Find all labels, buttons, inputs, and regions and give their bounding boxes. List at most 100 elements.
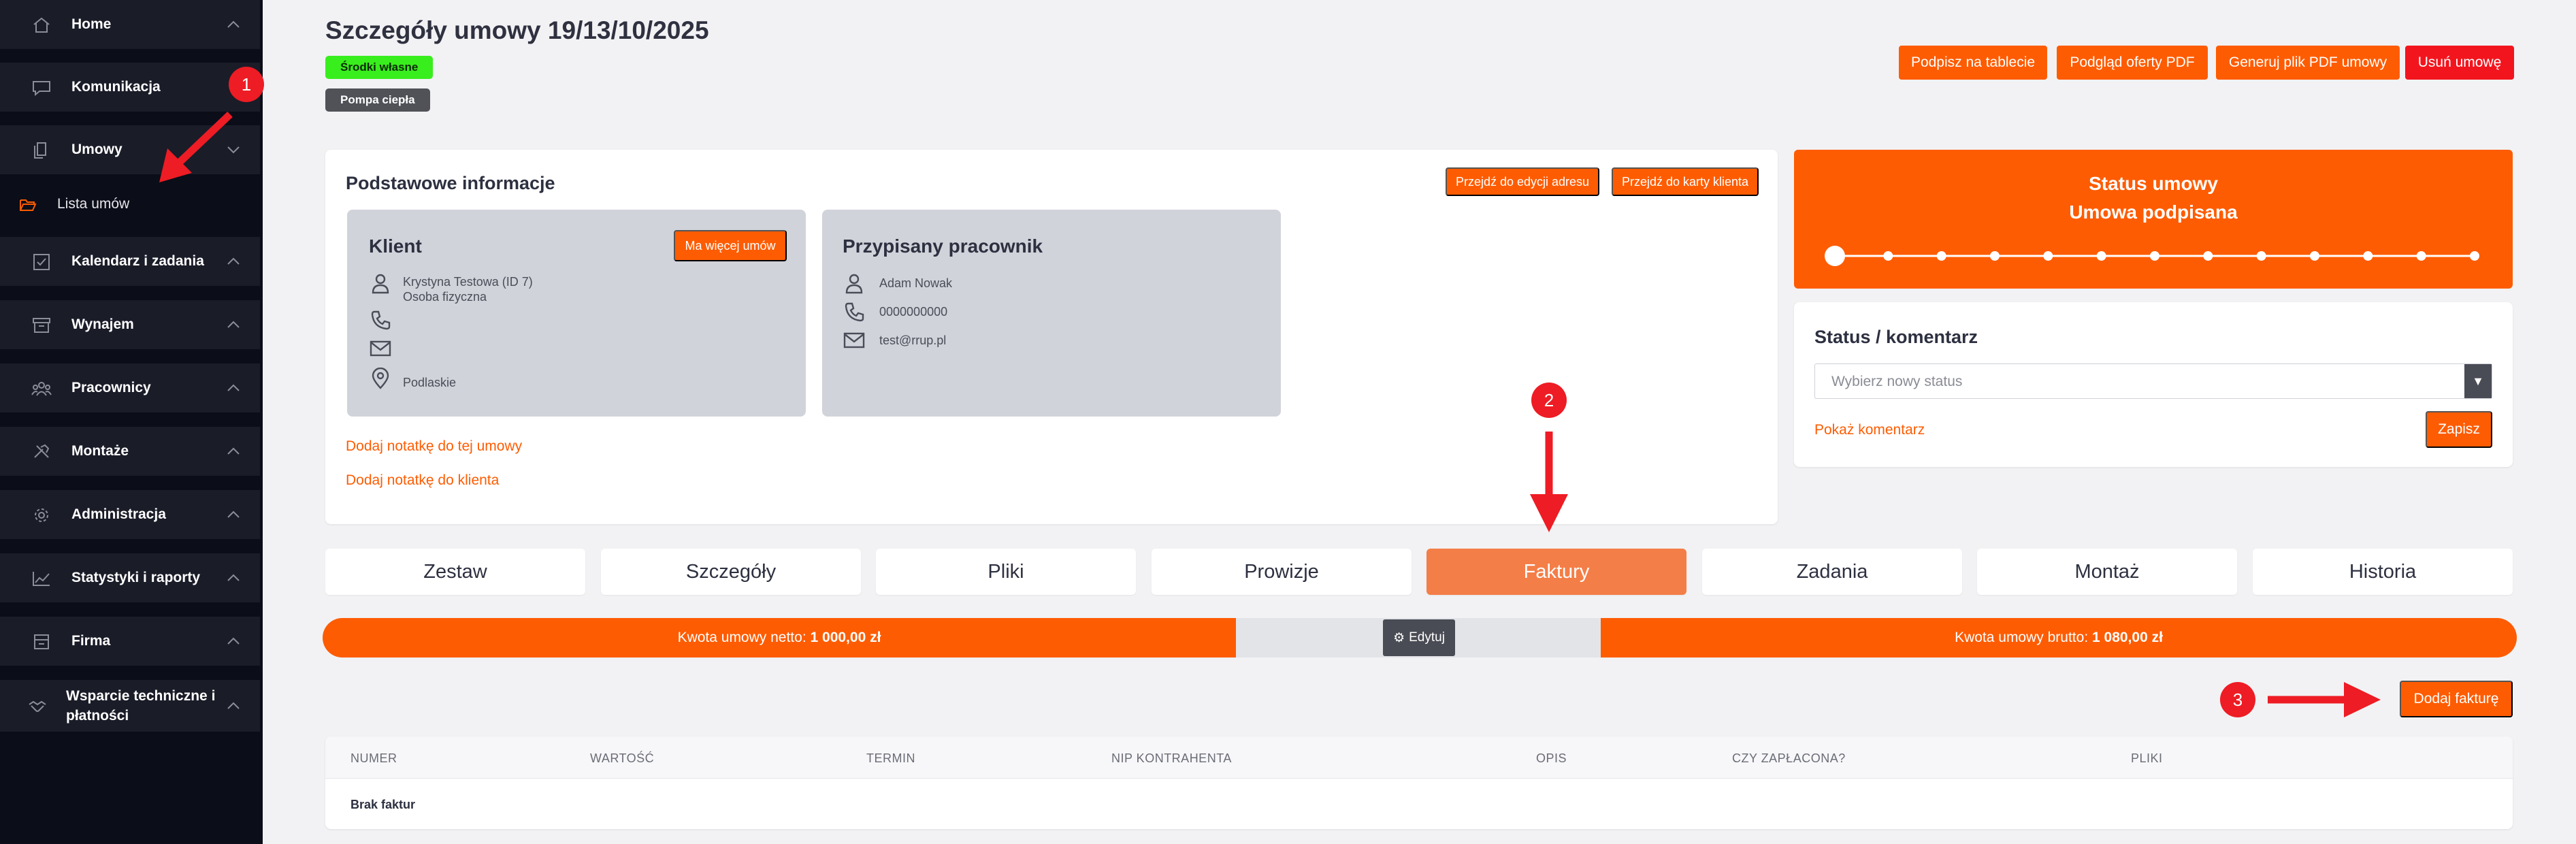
status-title: Status umowy — [2089, 173, 2218, 194]
generate-contract-pdf-button[interactable]: Generuj plik PDF umowy — [2216, 46, 2400, 80]
employee-title: Przypisany pracownik — [843, 236, 1043, 257]
gear-icon — [31, 506, 52, 524]
gross-amount-value: 1 080,00 zł — [2092, 630, 2163, 645]
annotation-marker-1: 1 — [229, 67, 264, 102]
status-step-dot — [2416, 251, 2426, 261]
sidebar-item-statystyki[interactable]: Statystyki i raporty — [0, 553, 260, 602]
invoices-table: NUMER WARTOŚĆ TERMIN NIP KONTRAHENTA OPI… — [325, 736, 2513, 829]
tab-montaz[interactable]: Montaż — [1977, 549, 2237, 595]
tab-faktury[interactable]: Faktury — [1426, 549, 1686, 595]
chart-icon — [31, 570, 52, 587]
status-step-dot — [2470, 251, 2479, 261]
edit-amount-label: Edytuj — [1409, 630, 1445, 645]
employee-phone: 0000000000 — [879, 305, 948, 319]
checkbox-icon — [31, 253, 52, 271]
chat-icon — [31, 79, 52, 97]
tab-zadania[interactable]: Zadania — [1702, 549, 1962, 595]
show-comment-link[interactable]: Pokaż komentarz — [1814, 422, 1925, 438]
phone-icon — [369, 309, 392, 331]
chevron-up-icon — [225, 380, 242, 396]
annotation-marker-3: 3 — [2220, 682, 2255, 717]
net-amount: Kwota umowy netto: 1 000,00 zł — [323, 618, 1236, 658]
dropdown-arrow-icon[interactable]: ▼ — [2464, 364, 2492, 398]
page-title: Szczegóły umowy 19/13/10/2025 — [325, 16, 709, 44]
sidebar-item-wsparcie[interactable]: Wsparcie techniczne i płatności — [0, 680, 260, 732]
chevron-up-icon — [225, 570, 242, 586]
add-invoice-button[interactable]: Dodaj fakturę — [2400, 681, 2513, 717]
sidebar-item-label: Komunikacja — [71, 79, 161, 95]
more-contracts-button[interactable]: Ma więcej umów — [674, 230, 787, 261]
tab-pliki[interactable]: Pliki — [876, 549, 1136, 595]
add-contract-note-link[interactable]: Dodaj notatkę do tej umowy — [346, 438, 522, 455]
status-select[interactable]: Wybierz nowy status ▼ — [1814, 363, 2492, 399]
net-amount-value: 1 000,00 zł — [810, 630, 881, 645]
add-client-note-link[interactable]: Dodaj notatkę do klienta — [346, 472, 499, 489]
box-icon — [31, 316, 52, 334]
chevron-up-icon — [225, 16, 242, 33]
status-comment-title: Status / komentarz — [1814, 327, 1978, 347]
column-header: NUMER — [350, 751, 397, 765]
empty-table-message: Brak faktur — [350, 798, 416, 811]
status-value: Umowa podpisana — [2069, 201, 2238, 223]
gross-amount-label: Kwota umowy brutto: — [1955, 630, 2089, 645]
sidebar-item-firma[interactable]: Firma — [0, 617, 260, 666]
status-step-dot — [1825, 246, 1845, 266]
folder-open-icon — [19, 197, 37, 212]
status-progress-track — [1825, 246, 2479, 266]
status-comment-card: Status / komentarz Wybierz nowy status ▼… — [1794, 302, 2513, 467]
tab-szczegoly[interactable]: Szczegóły — [601, 549, 861, 595]
chevron-up-icon — [225, 443, 242, 459]
column-header: CZY ZAPŁACONA? — [1732, 751, 1846, 765]
funding-badge: Środki własne — [325, 56, 434, 79]
status-step-dot — [2043, 251, 2053, 261]
client-region: Podlaskie — [403, 376, 457, 389]
sidebar-item-administracja[interactable]: Administracja — [0, 490, 260, 539]
sidebar-item-label: Pracownicy — [71, 380, 151, 395]
status-step-dot — [2150, 251, 2159, 261]
client-card-button[interactable]: Przejdź do karty klienta — [1612, 167, 1759, 196]
tab-historia[interactable]: Historia — [2253, 549, 2513, 595]
phone-icon — [843, 301, 866, 323]
save-status-button[interactable]: Zapisz — [2426, 411, 2492, 448]
chevron-up-icon — [225, 253, 242, 270]
status-step-dot — [2256, 251, 2266, 261]
annotation-marker-2: 2 — [1531, 383, 1567, 418]
gross-amount: Kwota umowy brutto: 1 080,00 zł — [1601, 618, 2517, 658]
table-header: NUMER WARTOŚĆ TERMIN NIP KONTRAHENTA OPI… — [325, 736, 2513, 779]
location-pin-icon — [369, 367, 392, 389]
tools-icon — [31, 443, 52, 461]
sidebar-item-kalendarz[interactable]: Kalendarz i zadania — [0, 237, 260, 286]
employee-email: test@rrup.pl — [879, 334, 947, 347]
sidebar-item-pracownicy[interactable]: Pracownicy — [0, 363, 260, 412]
sidebar-item-komunikacja[interactable]: Komunikacja — [0, 63, 260, 112]
column-header: PLIKI — [2131, 751, 2163, 765]
delete-contract-button[interactable]: Usuń umowę — [2405, 46, 2514, 80]
column-header: NIP KONTRAHENTA — [1111, 751, 1232, 765]
sign-on-tablet-button[interactable]: Podpisz na tablecie — [1899, 46, 2047, 80]
sidebar-item-home[interactable]: Home — [0, 0, 260, 49]
user-icon — [843, 272, 866, 294]
sidebar-item-label: Statystyki i raporty — [71, 570, 201, 585]
sidebar-subitem-label: Lista umów — [57, 196, 130, 212]
sidebar-item-label: Wynajem — [71, 316, 134, 332]
edit-address-button[interactable]: Przejdź do edycji adresu — [1446, 167, 1599, 196]
chevron-up-icon — [225, 698, 242, 714]
status-select-placeholder: Wybierz nowy status — [1831, 374, 1963, 389]
sidebar-item-montaze[interactable]: Montaże — [0, 427, 260, 476]
edit-amount-button[interactable]: ⚙ Edytuj — [1383, 619, 1455, 656]
sidebar-item-label: Home — [71, 16, 112, 32]
mail-icon — [369, 338, 392, 359]
status-step-dot — [2363, 251, 2373, 261]
status-step-dot — [2310, 251, 2319, 261]
basic-info-title: Podstawowe informacje — [346, 173, 555, 193]
employee-name: Adam Nowak — [879, 276, 953, 290]
sidebar-item-wynajem[interactable]: Wynajem — [0, 300, 260, 349]
tab-zestaw[interactable]: Zestaw — [325, 549, 585, 595]
preview-offer-pdf-button[interactable]: Podgląd oferty PDF — [2057, 46, 2208, 80]
sidebar-item-label: Montaże — [71, 443, 129, 459]
client-card: Klient Ma więcej umów Krystyna Testowa (… — [347, 210, 806, 417]
status-step-dot — [2096, 251, 2106, 261]
home-icon — [31, 16, 52, 34]
chevron-up-icon — [225, 633, 242, 649]
tab-prowizje[interactable]: Prowizje — [1152, 549, 1412, 595]
